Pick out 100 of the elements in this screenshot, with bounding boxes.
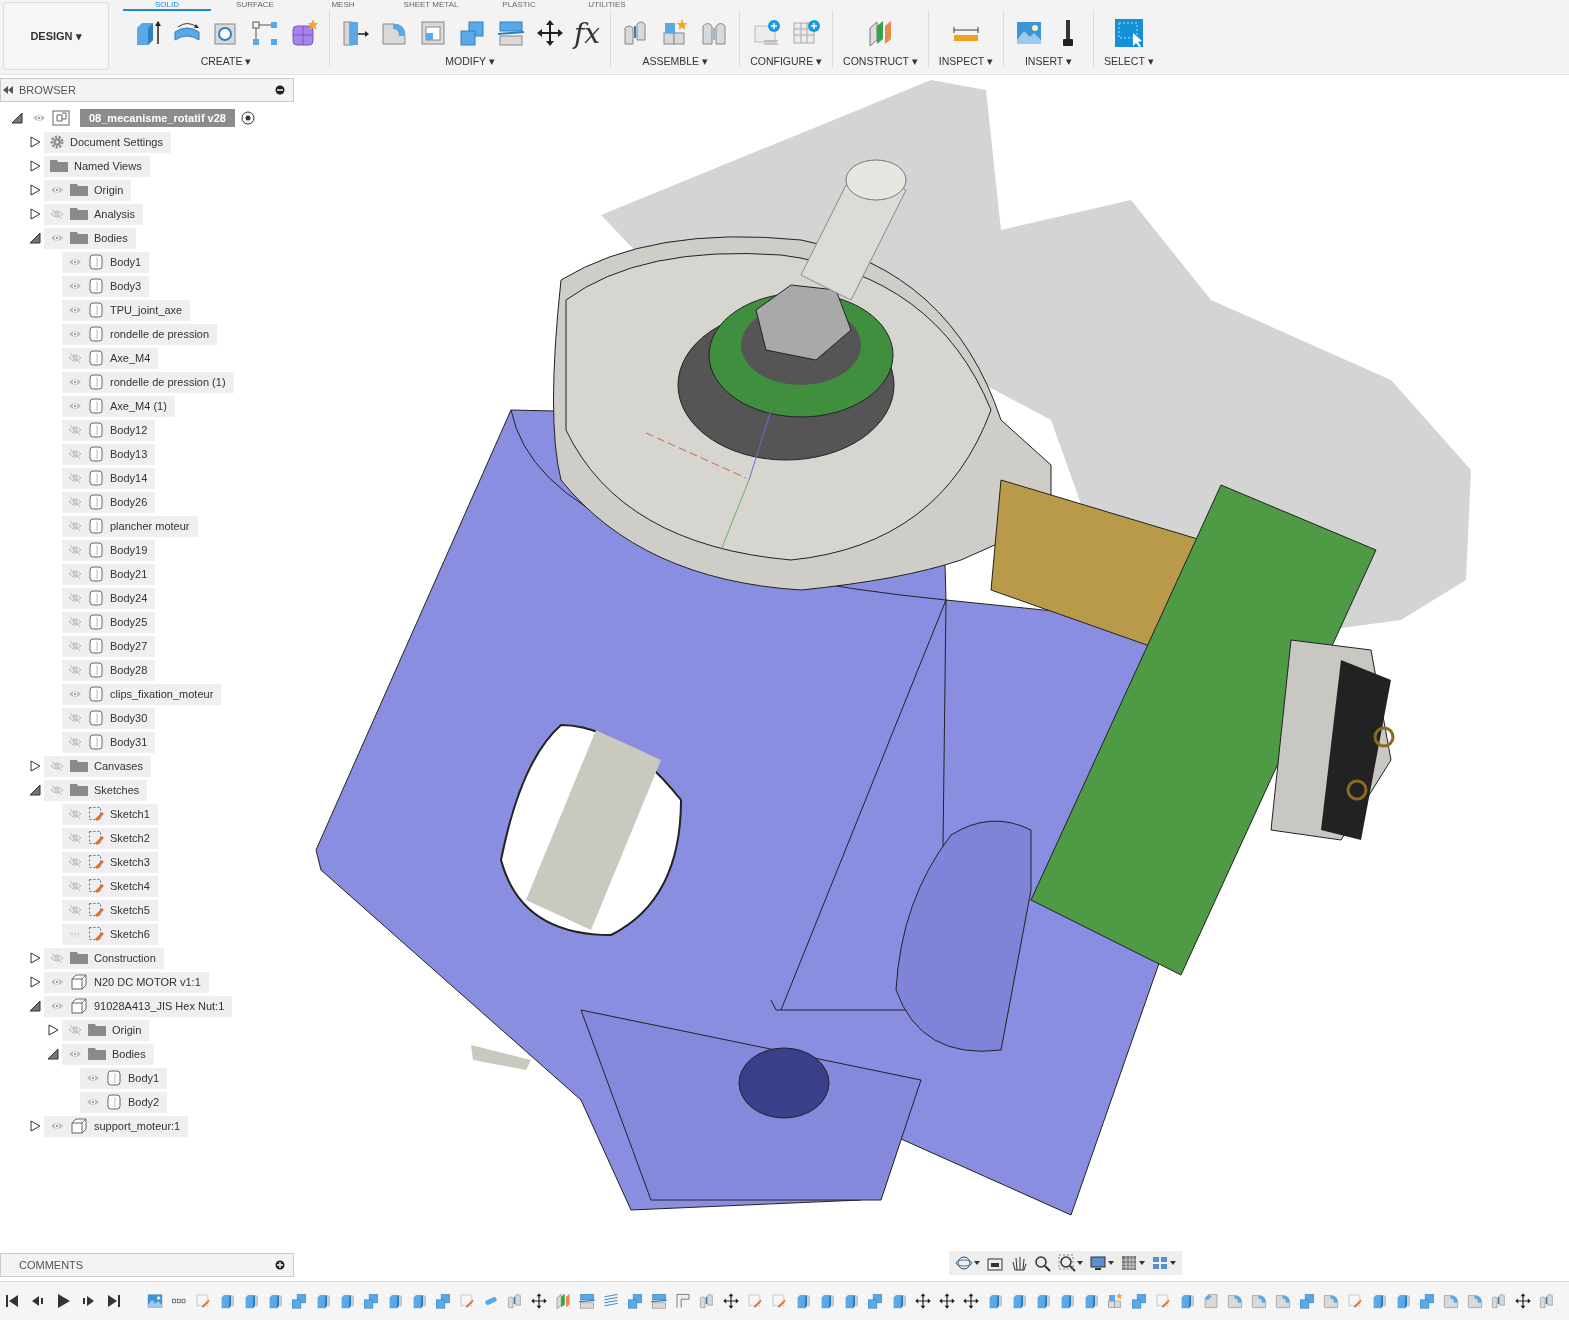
chamfer-icon[interactable]	[1202, 1292, 1220, 1310]
parameters-button[interactable]: fx	[574, 16, 601, 50]
tree-item[interactable]: Bodies	[62, 1043, 154, 1065]
eye-icon[interactable]	[68, 1049, 82, 1059]
hidden-eye-icon[interactable]	[68, 472, 82, 484]
collapse-icon[interactable]	[29, 1000, 41, 1012]
tree-item[interactable]: Axe_M4	[62, 347, 159, 369]
image-icon[interactable]	[146, 1292, 164, 1310]
hidden-eye-icon[interactable]	[68, 664, 82, 676]
collapse-panel-icon[interactable]	[3, 86, 13, 94]
tree-item[interactable]: Body1	[80, 1067, 168, 1089]
move-icon[interactable]	[914, 1292, 932, 1310]
collapse-icon[interactable]	[47, 1048, 59, 1060]
toolbar-group-menu[interactable]: MODIFY ▾	[445, 55, 495, 67]
tree-item[interactable]: Body19	[62, 539, 156, 561]
tree-item[interactable]: rondelle de pression (1)	[62, 371, 234, 393]
tree-item[interactable]: Origin	[44, 179, 132, 201]
eye-icon[interactable]	[68, 329, 82, 339]
joint-icon[interactable]	[698, 1292, 716, 1310]
display-icon[interactable]	[1089, 1254, 1107, 1272]
tree-item[interactable]: Body2	[80, 1091, 168, 1113]
eye-icon[interactable]	[68, 401, 82, 411]
fillet-icon[interactable]	[1250, 1292, 1268, 1310]
workspace-menu-button[interactable]: DESIGN ▾	[3, 2, 109, 70]
hidden-eye-icon[interactable]	[50, 952, 64, 964]
hidden-eye-icon[interactable]	[68, 448, 82, 460]
panel-toggle-icon[interactable]	[275, 85, 285, 95]
activate-radio-icon[interactable]	[240, 111, 255, 125]
tree-item[interactable]: Construction	[44, 947, 164, 969]
tree-item[interactable]: N20 DC MOTOR v1:1	[44, 971, 209, 993]
tree-item[interactable]: Sketch3	[62, 851, 158, 873]
toolbar-group-menu[interactable]: INSERT ▾	[1024, 55, 1072, 67]
caret-icon[interactable]	[1139, 1261, 1145, 1265]
caret-icon[interactable]	[974, 1261, 980, 1265]
pattern-icon[interactable]	[250, 18, 280, 48]
tree-item[interactable]: Body1	[62, 251, 150, 273]
sketch-icon[interactable]	[770, 1292, 788, 1310]
sketch-icon[interactable]	[746, 1292, 764, 1310]
move-icon[interactable]	[938, 1292, 956, 1310]
hidden-eye-icon[interactable]	[68, 592, 82, 604]
pan-icon[interactable]	[1010, 1254, 1028, 1272]
eye-icon[interactable]	[86, 1097, 100, 1107]
tree-item[interactable]: Document Settings	[44, 131, 171, 153]
eye-icon[interactable]	[68, 377, 82, 387]
select-icon[interactable]	[1113, 18, 1144, 48]
tree-item[interactable]: Body30	[62, 707, 156, 729]
caret-icon[interactable]	[1108, 1261, 1114, 1265]
move-icon[interactable]	[535, 18, 565, 48]
newcomp-icon[interactable]	[1106, 1292, 1124, 1310]
move-icon[interactable]	[962, 1292, 980, 1310]
expand-icon[interactable]	[29, 1120, 41, 1132]
split-icon[interactable]	[496, 18, 526, 48]
hidden-eye-icon[interactable]	[68, 880, 82, 892]
hidden-eye-icon[interactable]	[68, 1024, 82, 1036]
tree-item[interactable]: Analysis	[44, 203, 143, 225]
fillet-icon[interactable]	[1442, 1292, 1460, 1310]
toolbar-tab[interactable]: SHEET METAL	[387, 0, 475, 11]
expand-icon[interactable]	[29, 760, 41, 772]
tree-item[interactable]: Body28	[62, 659, 156, 681]
plane-icon[interactable]	[554, 1292, 572, 1310]
caret-icon[interactable]	[1170, 1261, 1176, 1265]
toolbar-group-menu[interactable]: ASSEMBLE ▾	[642, 55, 708, 67]
move-icon[interactable]	[1514, 1292, 1532, 1310]
tree-item[interactable]: Axe_M4 (1)	[62, 395, 175, 417]
fillet-icon[interactable]	[1226, 1292, 1244, 1310]
sketch-icon[interactable]	[458, 1292, 476, 1310]
tree-item[interactable]: Body14	[62, 467, 156, 489]
fillet-icon[interactable]	[1274, 1292, 1292, 1310]
tree-item[interactable]: Body3	[62, 275, 150, 297]
joint-icon[interactable]	[1490, 1292, 1508, 1310]
combine-icon[interactable]	[434, 1292, 452, 1310]
orbit-icon[interactable]	[955, 1254, 973, 1272]
tree-item[interactable]: clips_fixation_moteur	[62, 683, 222, 705]
eye-icon[interactable]	[86, 1073, 100, 1083]
sketch-icon[interactable]	[1154, 1292, 1172, 1310]
combine-icon[interactable]	[1418, 1292, 1436, 1310]
eye-icon[interactable]	[68, 689, 82, 699]
combine-icon[interactable]	[362, 1292, 380, 1310]
eye-icon[interactable]	[32, 113, 46, 123]
hidden-eye-icon[interactable]	[68, 856, 82, 868]
expand-icon[interactable]	[47, 1024, 59, 1036]
hidden-eye-icon[interactable]	[68, 808, 82, 820]
combine-icon[interactable]	[1130, 1292, 1148, 1310]
tree-item[interactable]: Sketch2	[62, 827, 158, 849]
tree-item[interactable]: rondelle de pression	[62, 323, 218, 345]
toolbar-tab[interactable]: SURFACE	[211, 0, 299, 11]
eye-icon[interactable]	[50, 1001, 64, 1011]
tree-item[interactable]: Body31	[62, 731, 156, 753]
combine-icon[interactable]	[626, 1292, 644, 1310]
hidden-eye-icon[interactable]	[68, 544, 82, 556]
expand-icon[interactable]	[29, 952, 41, 964]
expand-icon[interactable]	[29, 184, 41, 196]
expand-icon[interactable]	[29, 208, 41, 220]
collapse-icon[interactable]	[29, 232, 41, 244]
tree-item[interactable]: Canvases	[44, 755, 151, 777]
eye-icon[interactable]	[68, 257, 82, 267]
hidden-eye-icon[interactable]	[50, 208, 64, 220]
hidden-eye-icon[interactable]	[68, 712, 82, 724]
grid-icon[interactable]	[1120, 1254, 1138, 1272]
fillet-icon[interactable]	[1466, 1292, 1484, 1310]
